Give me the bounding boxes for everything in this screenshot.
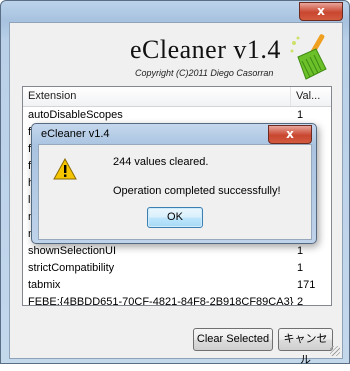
row-extension-name: tabmix bbox=[28, 279, 61, 291]
row-extension-name: strictCompatibility bbox=[28, 262, 115, 274]
clear-selected-button[interactable]: Clear Selected bbox=[193, 328, 273, 351]
list-row[interactable]: strictCompatibility 1 bbox=[23, 260, 331, 277]
row-value: 1 bbox=[297, 262, 304, 274]
list-row[interactable]: FEBE:{4BBDD651-70CF-4821-84F8-2B918CF89C… bbox=[23, 294, 331, 306]
list-row[interactable]: tabmix 171 bbox=[23, 277, 331, 294]
column-header-value[interactable]: Val... bbox=[291, 87, 331, 106]
resize-grip[interactable] bbox=[330, 346, 340, 356]
main-window: x eCleaner v1.4 Copyright (C)2011 Diego … bbox=[0, 0, 350, 366]
cancel-button[interactable]: キャンセル bbox=[278, 328, 333, 366]
row-value: 1 bbox=[297, 109, 304, 121]
ok-button[interactable]: OK bbox=[147, 207, 203, 228]
row-extension-name: autoDisableScopes bbox=[28, 109, 123, 121]
app-title: eCleaner v1.4 bbox=[130, 35, 281, 64]
list-header: Extension Val... bbox=[23, 87, 331, 107]
dialog-message-count: 244 values cleared. bbox=[113, 156, 209, 168]
column-header-extension[interactable]: Extension bbox=[23, 87, 291, 106]
list-row[interactable]: autoDisableScopes 1 bbox=[23, 107, 331, 124]
dialog-message-status: Operation completed successfully! bbox=[113, 185, 281, 197]
message-dialog: eCleaner v1.4 x 244 values cleared. Oper… bbox=[31, 123, 317, 244]
warning-icon bbox=[53, 158, 77, 180]
row-extension-name: shownSelectionUI bbox=[28, 245, 117, 257]
broom-icon bbox=[290, 34, 327, 80]
dialog-title: eCleaner v1.4 bbox=[41, 128, 110, 140]
list-row[interactable]: shownSelectionUI 1 bbox=[23, 243, 331, 260]
row-value: 1 bbox=[297, 245, 304, 257]
row-value: 171 bbox=[297, 279, 316, 291]
window-close-button[interactable]: x bbox=[299, 2, 343, 21]
row-extension-name: FEBE:{4BBDD651-70CF-4821-84F8-2B918CF89C… bbox=[28, 296, 294, 306]
row-value: 2 bbox=[297, 296, 304, 306]
copyright-text: Copyright (C)2011 Diego Casorran bbox=[135, 68, 274, 78]
dialog-close-button[interactable]: x bbox=[268, 125, 312, 144]
dialog-body: 244 values cleared. Operation completed … bbox=[38, 144, 312, 240]
